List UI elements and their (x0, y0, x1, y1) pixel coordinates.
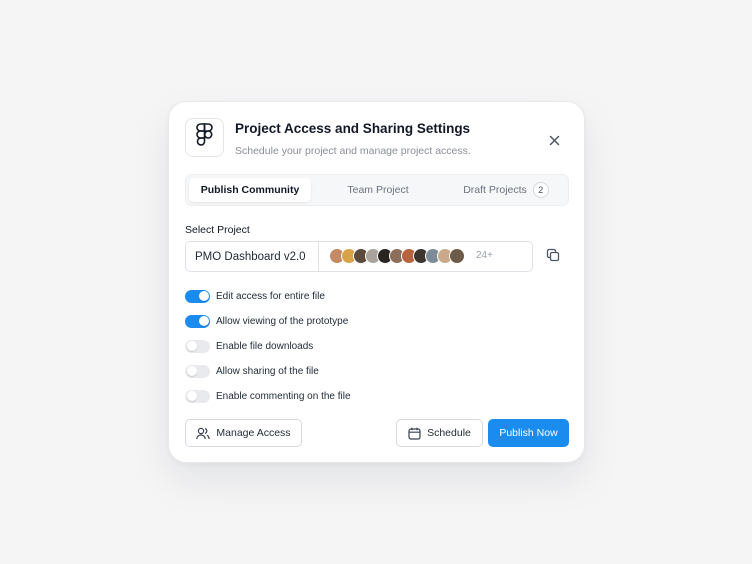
draft-count-badge: 2 (532, 182, 549, 198)
tab-label: Draft Projects (463, 184, 527, 196)
toggle-row: Allow viewing of the prototype (185, 314, 348, 328)
sharing-settings-dialog: Project Access and Sharing Settings Sche… (168, 101, 585, 463)
edit-access-toggle[interactable] (185, 289, 210, 303)
tab-label: Publish Community (200, 184, 300, 196)
publish-now-button[interactable]: Publish Now (488, 419, 569, 447)
schedule-label: Schedule (427, 427, 471, 439)
file-downloads-toggle[interactable] (185, 339, 210, 353)
sharing-toggle[interactable] (185, 364, 210, 378)
calendar-icon (408, 427, 421, 440)
toggle-knob (198, 316, 209, 326)
toggle-knob (198, 291, 209, 301)
avatar (449, 248, 465, 264)
project-field: PMO Dashboard v2.0 24+ (185, 241, 533, 272)
dialog-subtitle: Schedule your project and manage project… (235, 145, 471, 157)
select-project-label: Select Project (185, 224, 250, 236)
manage-access-label: Manage Access (216, 427, 291, 439)
tab-label: Team Project (347, 184, 409, 196)
close-icon (549, 133, 560, 151)
toggle-row: Enable file downloads (185, 339, 313, 353)
tab-draft-projects[interactable]: Draft Projects 2 (445, 178, 567, 202)
toggle-row: Edit access for entire file (185, 289, 325, 303)
schedule-button[interactable]: Schedule (396, 419, 483, 447)
users-icon (196, 427, 211, 440)
dialog-title: Project Access and Sharing Settings (235, 121, 471, 136)
copy-icon (546, 248, 560, 267)
toggle-label: Enable file downloads (216, 340, 314, 352)
toggle-label: Allow sharing of the file (216, 365, 319, 377)
close-button[interactable] (543, 131, 565, 153)
toggle-row: Enable commenting on the file (185, 389, 351, 403)
project-select[interactable]: PMO Dashboard v2.0 (186, 242, 319, 271)
toggle-row: Allow sharing of the file (185, 364, 319, 378)
tab-publish-community[interactable]: Publish Community (189, 178, 311, 202)
more-members-count: 24+ (476, 250, 493, 261)
tab-team-project[interactable]: Team Project (314, 178, 442, 202)
toggle-knob (186, 391, 197, 401)
tab-bar: Publish Community Team Project Draft Pro… (185, 174, 569, 206)
figma-logo-icon (196, 123, 213, 152)
view-prototype-toggle[interactable] (185, 314, 210, 328)
toggle-label: Allow viewing of the prototype (216, 315, 349, 327)
commenting-toggle[interactable] (185, 389, 210, 403)
publish-now-label: Publish Now (499, 427, 558, 439)
toggle-label: Edit access for entire file (216, 290, 325, 302)
toggle-knob (186, 341, 197, 351)
toggle-label: Enable commenting on the file (216, 390, 351, 402)
copy-button[interactable] (543, 247, 563, 267)
app-logo (185, 118, 224, 157)
manage-access-button[interactable]: Manage Access (185, 419, 302, 447)
toggle-knob (186, 366, 197, 376)
